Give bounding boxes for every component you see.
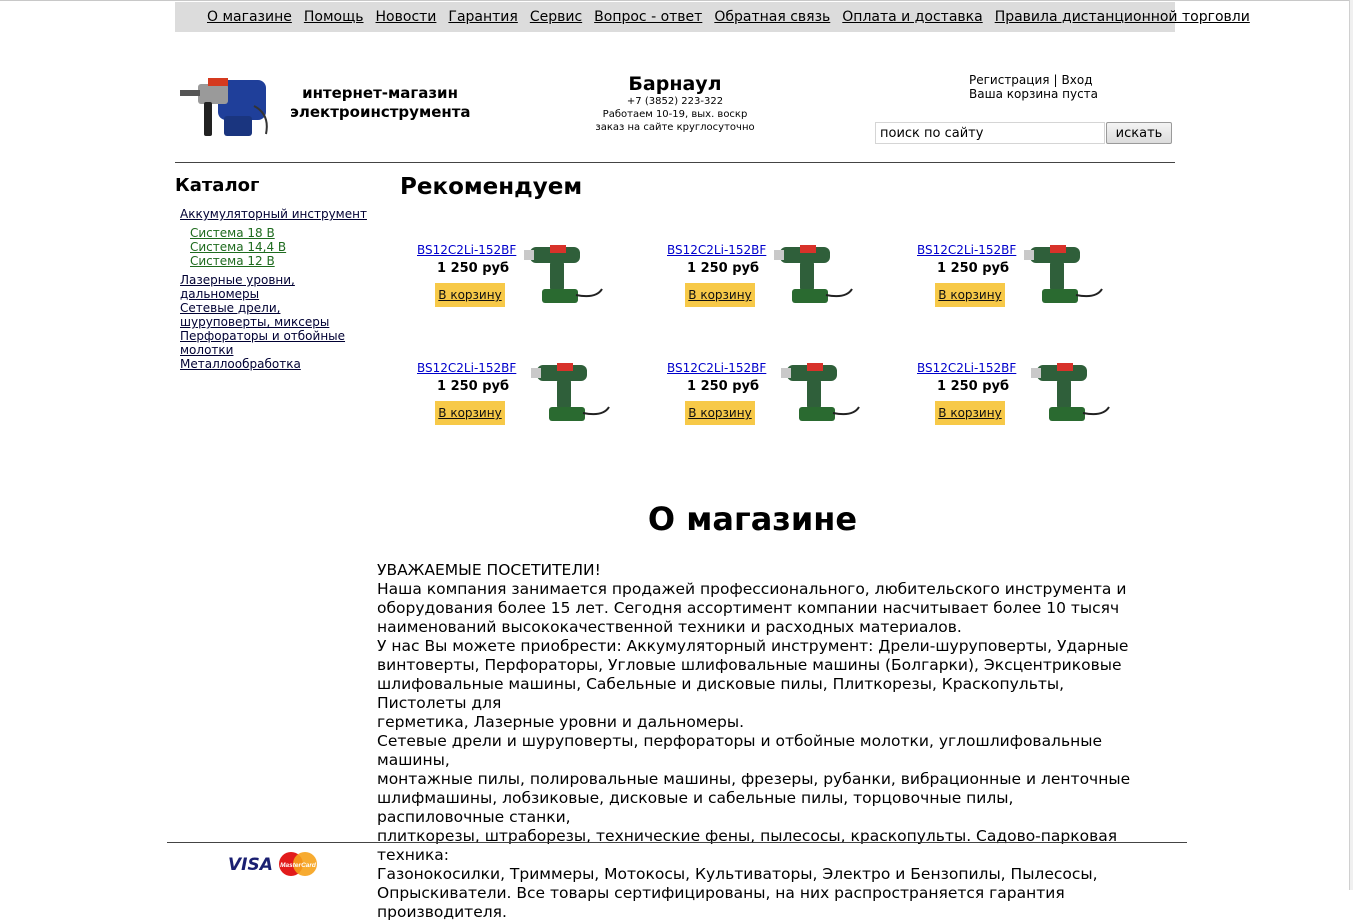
product-price: 1 250 руб: [937, 261, 1010, 276]
product-price: 1 250 руб: [687, 379, 760, 394]
cordless-drill-icon[interactable]: [1027, 355, 1113, 431]
product-name-link[interactable]: BS12C2Li-152BF: [667, 243, 766, 257]
order-note: заказ на сайте круглосуточно: [595, 122, 755, 133]
product-price: 1 250 руб: [937, 379, 1010, 394]
cart-status: Ваша корзина пуста: [969, 87, 1099, 101]
logo-hammer-drill-icon[interactable]: [178, 72, 274, 140]
footer-divider: [167, 842, 1187, 843]
about-line: У нас Вы можете приобрести: Аккумуляторн…: [377, 637, 1129, 655]
nav-payment-delivery[interactable]: Оплата и доставка: [842, 9, 982, 25]
catalog-title: Каталог: [175, 175, 260, 196]
about-line: наименований высококачественной техники …: [377, 618, 962, 636]
about-line: Газонокосилки, Триммеры, Мотокосы, Культ…: [377, 865, 1098, 883]
catalog-item-corded-drills[interactable]: Сетевые дрели, шуруповерты, миксеры: [180, 301, 370, 329]
tagline-line-2: электроинструмента: [290, 103, 471, 121]
recommended-title: Рекомендуем: [400, 174, 583, 200]
cordless-drill-icon[interactable]: [520, 237, 606, 313]
product-name-link[interactable]: BS12C2Li-152BF: [917, 361, 1016, 375]
nav-faq[interactable]: Вопрос - ответ: [594, 9, 702, 25]
search-input[interactable]: [875, 122, 1105, 144]
nav-about[interactable]: О магазине: [207, 9, 292, 25]
about-line: шлифовальные машины, Сабельные и дисковы…: [377, 675, 1065, 712]
cordless-drill-icon[interactable]: [527, 355, 613, 431]
phone-number: +7 (3852) 223-322: [626, 96, 724, 107]
product-name-link[interactable]: BS12C2Li-152BF: [667, 361, 766, 375]
catalog-subitem-12v[interactable]: Система 12 В: [190, 254, 370, 268]
product-card: BS12C2Li-152BF 1 250 руб В корзину: [415, 243, 635, 343]
nav-help[interactable]: Помощь: [304, 9, 364, 25]
catalog-subitem-18v[interactable]: Система 18 В: [190, 226, 370, 240]
nav-news[interactable]: Новости: [376, 9, 437, 25]
catalog-item-metalworking[interactable]: Металлообработка: [180, 357, 370, 371]
mastercard-text: MasterCard: [280, 862, 317, 869]
about-line: Сетевые дрели и шуруповерты, перфораторы…: [377, 732, 1103, 769]
header-divider: [175, 162, 1175, 163]
product-price: 1 250 руб: [687, 261, 760, 276]
link-separator: |: [1053, 73, 1058, 87]
catalog-item-laser-levels[interactable]: Лазерные уровни, дальномеры: [180, 273, 370, 301]
catalog-subitems: Система 18 В Система 14,4 В Система 12 В: [180, 226, 370, 268]
top-navigation: О магазине Помощь Новости Гарантия Серви…: [175, 2, 1250, 32]
product-price: 1 250 руб: [437, 261, 510, 276]
cordless-drill-icon[interactable]: [770, 237, 856, 313]
add-to-cart-button[interactable]: В корзину: [435, 283, 505, 307]
city-name: Барнаул: [628, 73, 722, 95]
about-text: УВАЖАЕМЫЕ ПОСЕТИТЕЛИ! Наша компания зани…: [377, 561, 1137, 922]
tagline-line-1: интернет-магазин: [302, 84, 458, 102]
product-card: BS12C2Li-152BF 1 250 руб В корзину: [415, 361, 635, 461]
about-line: УВАЖАЕМЫЕ ПОСЕТИТЕЛИ!: [377, 561, 601, 579]
login-link[interactable]: Вход: [1062, 73, 1093, 87]
product-name-link[interactable]: BS12C2Li-152BF: [917, 243, 1016, 257]
user-panel: Регистрация | Вход Ваша корзина пуста: [969, 73, 1098, 101]
about-line: оборудования более 15 лет. Сегодня ассор…: [377, 599, 1120, 617]
scrollbar[interactable]: [1349, 0, 1353, 890]
nav-warranty[interactable]: Гарантия: [448, 9, 517, 25]
add-to-cart-button[interactable]: В корзину: [935, 401, 1005, 425]
catalog-subitem-14v[interactable]: Система 14,4 В: [190, 240, 370, 254]
nav-service[interactable]: Сервис: [530, 9, 582, 25]
store-tagline: интернет-магазин электроинструмента: [290, 84, 471, 122]
add-to-cart-button[interactable]: В корзину: [935, 283, 1005, 307]
about-line: монтажные пилы, полировальные машины, фр…: [377, 770, 1131, 788]
register-link[interactable]: Регистрация: [969, 73, 1049, 87]
about-line: шлифмашины, лобзиковые, дисковые и сабел…: [377, 789, 1014, 826]
add-to-cart-button[interactable]: В корзину: [685, 401, 755, 425]
product-card: BS12C2Li-152BF 1 250 руб В корзину: [915, 243, 1135, 343]
about-line: Наша компания занимается продажей профес…: [377, 580, 1127, 598]
product-price: 1 250 руб: [437, 379, 510, 394]
add-to-cart-button[interactable]: В корзину: [685, 283, 755, 307]
about-line: герметика, Лазерные уровни и дальномеры.: [377, 713, 745, 731]
product-card: BS12C2Li-152BF 1 250 руб В корзину: [915, 361, 1135, 461]
catalog-menu: Аккумуляторный инструмент Система 18 В С…: [180, 207, 370, 371]
working-hours: Работаем 10-19, вых. воскр: [602, 109, 748, 120]
catalog-item-cordless[interactable]: Аккумуляторный инструмент: [180, 207, 370, 221]
about-title: О магазине: [647, 500, 858, 538]
product-card: BS12C2Li-152BF 1 250 руб В корзину: [665, 361, 885, 461]
product-name-link[interactable]: BS12C2Li-152BF: [417, 361, 516, 375]
add-to-cart-button[interactable]: В корзину: [435, 401, 505, 425]
window-top-border: [0, 0, 1353, 1]
visa-logo: VISA: [228, 855, 273, 875]
cordless-drill-icon[interactable]: [1020, 237, 1106, 313]
nav-feedback[interactable]: Обратная связь: [714, 9, 830, 25]
catalog-item-rotary-hammers[interactable]: Перфораторы и отбойные молотки: [180, 329, 370, 357]
nav-remote-trade-rules[interactable]: Правила дистанционной торговли: [995, 9, 1250, 25]
mastercard-logo: MasterCard: [279, 852, 317, 876]
search-button[interactable]: искать: [1106, 122, 1172, 144]
about-line: плиткорезы, штраборезы, технические фены…: [377, 827, 1118, 864]
cordless-drill-icon[interactable]: [777, 355, 863, 431]
product-card: BS12C2Li-152BF 1 250 руб В корзину: [665, 243, 885, 343]
contact-block: Барнаул +7 (3852) 223-322 Работаем 10-19…: [560, 73, 790, 134]
about-line: винтоверты, Перфораторы, Угловые шлифова…: [377, 656, 1122, 674]
product-name-link[interactable]: BS12C2Li-152BF: [417, 243, 516, 257]
